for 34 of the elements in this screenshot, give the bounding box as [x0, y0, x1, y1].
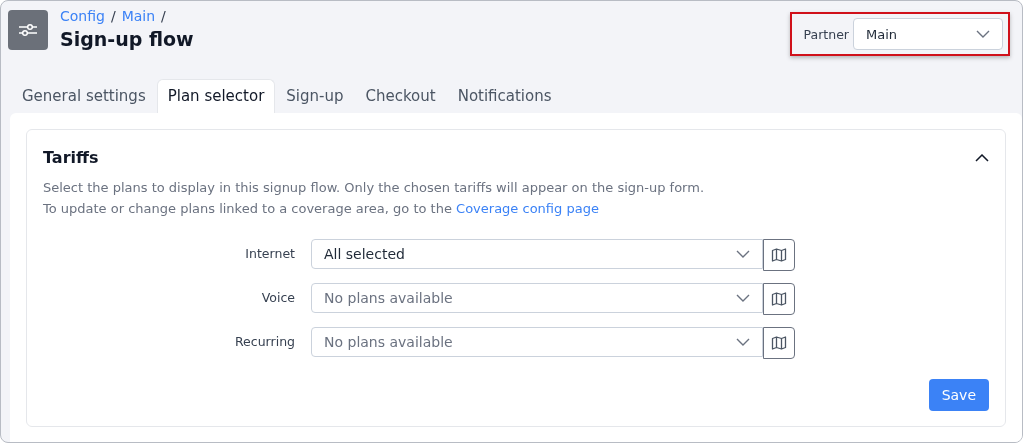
chevron-up-icon[interactable]	[975, 153, 989, 162]
description-text: Select the plans to display in this signup flow. Only the chosen tariffs will appear on the sign-up form.	[43, 179, 705, 197]
save-button[interactable]: Save	[928, 379, 989, 411]
map-button[interactable]	[763, 327, 795, 359]
map-button[interactable]	[763, 239, 795, 271]
chevron-down-icon	[736, 250, 750, 258]
note-text: To update or change plans linked to a coverage area, go to the Coverage config page	[43, 200, 600, 218]
tab[interactable]: Plan selector	[156, 79, 276, 113]
map-icon	[771, 247, 787, 263]
settings-icon	[8, 10, 48, 50]
breadcrumb-separator: /	[110, 8, 116, 24]
plan-select[interactable]: No plans available	[311, 327, 763, 357]
field-label: Internet	[244, 245, 295, 261]
tab[interactable]: Sign-up	[275, 79, 355, 113]
tab[interactable]: General settings	[11, 79, 157, 113]
plan-select[interactable]: No plans available	[311, 283, 763, 313]
map-button[interactable]	[763, 283, 795, 315]
map-icon	[771, 291, 787, 307]
breadcrumb-separator: /	[161, 8, 166, 24]
plan-select[interactable]: All selected	[311, 239, 763, 269]
chevron-down-icon	[976, 30, 990, 38]
section-title: Tariffs	[43, 148, 99, 167]
chevron-down-icon	[736, 294, 750, 302]
field-label: Voice	[260, 289, 295, 305]
tab[interactable]: Notifications	[446, 79, 563, 113]
partner-select[interactable]: Main	[853, 18, 1003, 50]
page-title: Sign-up flow	[60, 28, 194, 50]
tab[interactable]: Checkout	[354, 79, 447, 113]
map-icon	[771, 335, 787, 351]
coverage-link[interactable]: Coverage config page	[456, 201, 599, 216]
chevron-down-icon	[736, 338, 750, 346]
breadcrumb-link[interactable]: Main	[121, 8, 156, 24]
partner-label: Partner	[803, 26, 849, 42]
field-label: Recurring	[234, 333, 295, 349]
